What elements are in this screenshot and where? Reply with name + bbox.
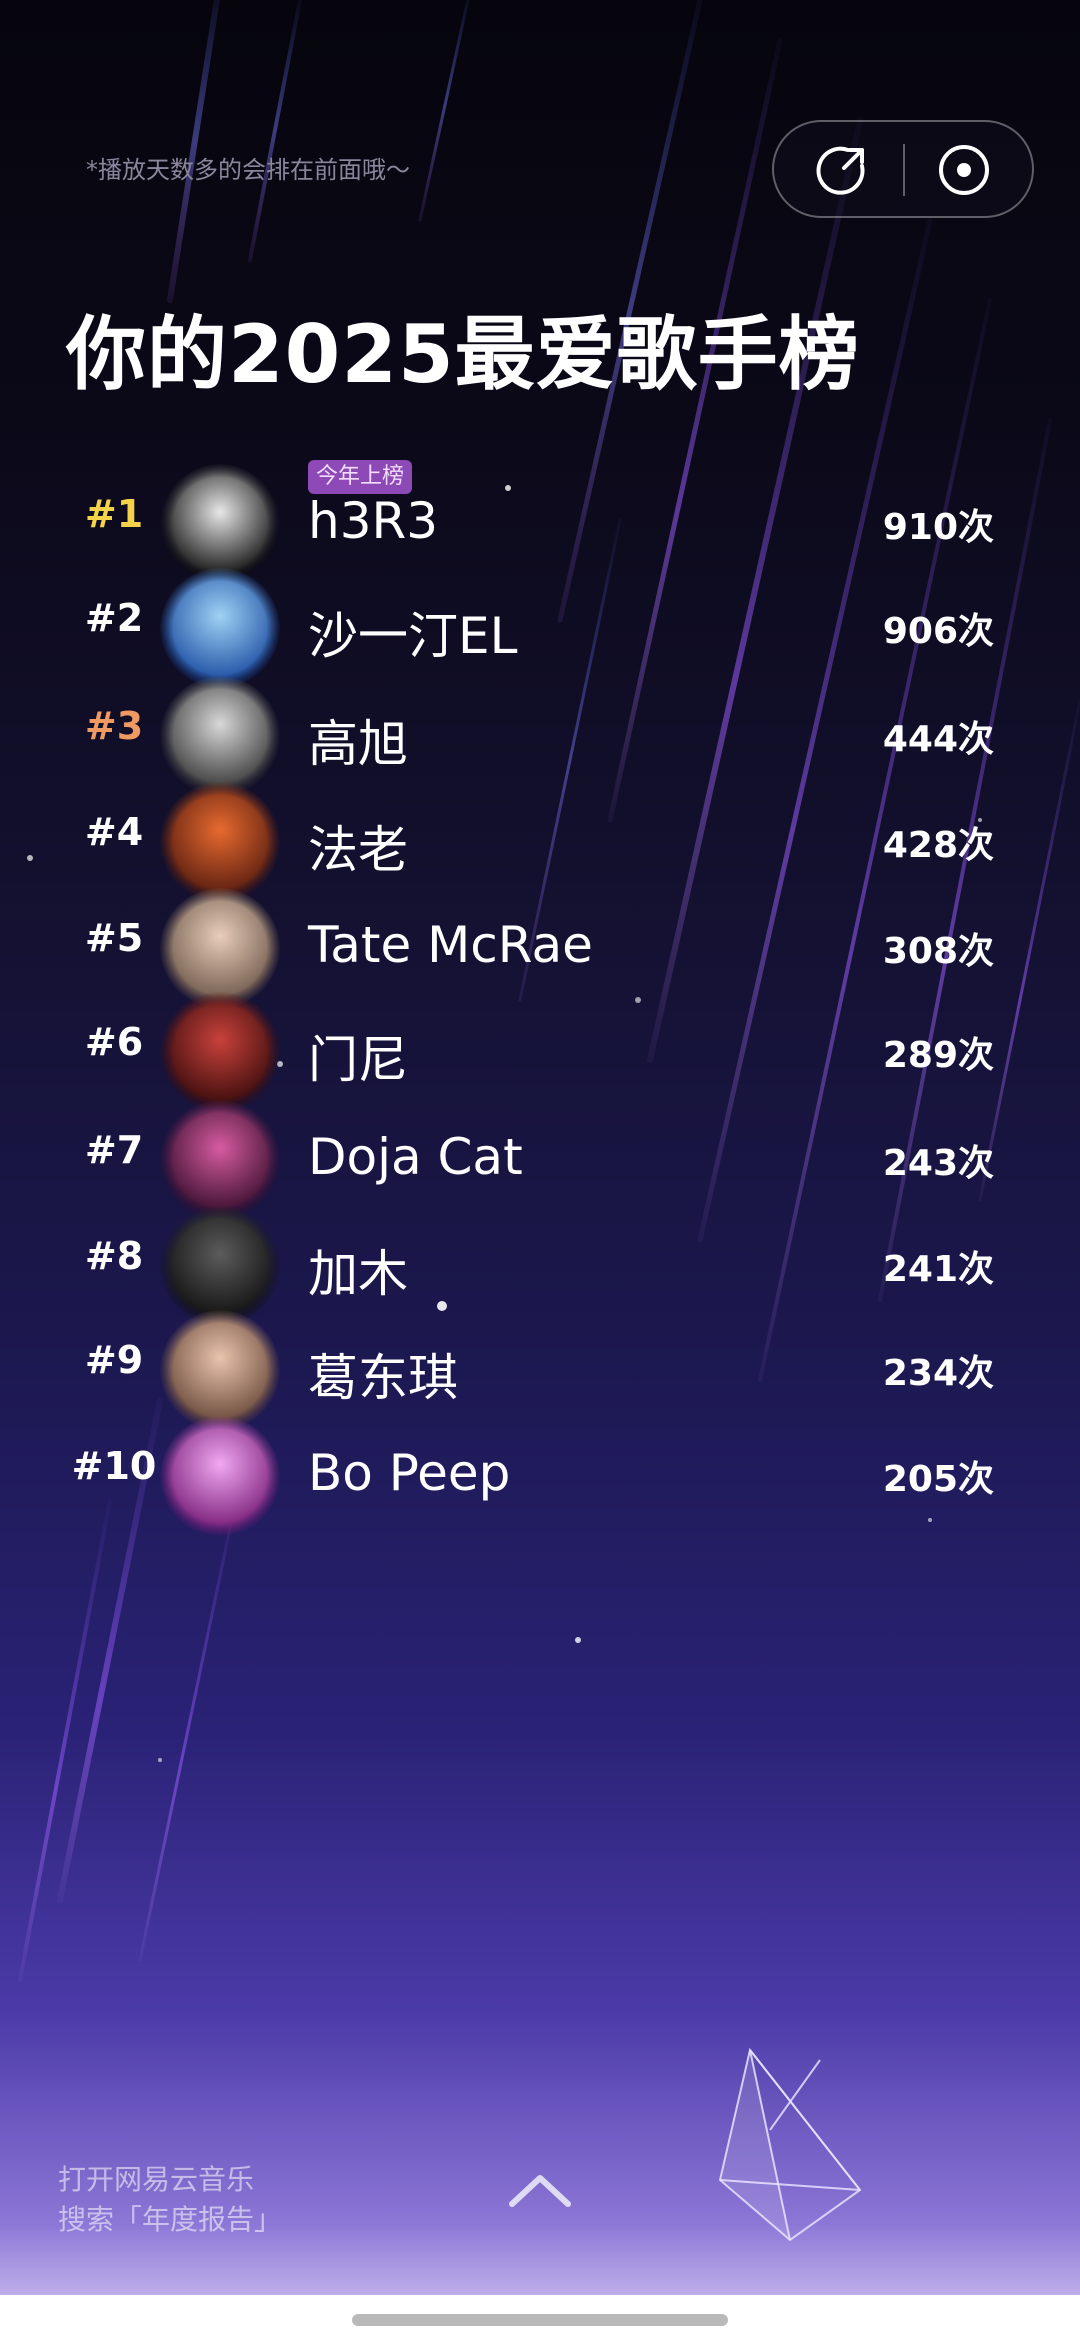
crystal-decoration: [718, 2047, 862, 2242]
artist-row[interactable]: #10 Bo Peep 205次: [0, 1414, 1080, 1536]
footer-hint-line2: 搜索「年度报告」: [58, 2203, 283, 2236]
artist-name: 高旭: [308, 715, 408, 773]
share-icon: [816, 146, 865, 195]
rank-number: #3: [84, 704, 144, 748]
rank-number: #9: [84, 1338, 144, 1382]
rank-number: #8: [84, 1234, 144, 1278]
share-button[interactable]: [814, 142, 870, 198]
record-button[interactable]: [936, 142, 992, 198]
artist-name: Tate McRae: [308, 916, 593, 974]
sort-hint-text: *播放天数多的会排在前面哦～: [86, 156, 410, 184]
artist-avatar[interactable]: [160, 1416, 280, 1536]
artist-avatar[interactable]: [160, 782, 280, 902]
artist-row[interactable]: #3 高旭 444次: [0, 674, 1080, 796]
artist-avatar[interactable]: [160, 1100, 280, 1220]
artist-row[interactable]: #7 Doja Cat 243次: [0, 1098, 1080, 1220]
vinyl-record-icon: [939, 145, 989, 195]
artist-row[interactable]: #2 沙一汀EL 906次: [0, 566, 1080, 688]
play-count: 205次: [882, 1459, 994, 1500]
artist-avatar[interactable]: [160, 568, 280, 688]
artist-name: h3R3: [308, 492, 439, 550]
footer-hint: 打开网易云音乐 搜索「年度报告」: [58, 2160, 282, 2240]
rank-number: #5: [84, 916, 144, 960]
home-indicator[interactable]: [352, 2314, 728, 2326]
rank-number: #6: [84, 1020, 144, 1064]
play-count: 243次: [882, 1143, 994, 1184]
play-count: 234次: [882, 1353, 994, 1394]
artist-row[interactable]: #9 葛东琪 234次: [0, 1308, 1080, 1430]
rank-number: #4: [84, 810, 144, 854]
artist-name: 法老: [308, 821, 408, 879]
artist-name: Bo Peep: [308, 1444, 511, 1502]
action-divider: [903, 144, 905, 196]
artist-avatar[interactable]: [160, 1310, 280, 1430]
footer-hint-line1: 打开网易云音乐: [58, 2163, 255, 2196]
artist-row[interactable]: #4 法老 428次: [0, 780, 1080, 902]
artist-name: 加木: [308, 1245, 408, 1303]
play-count: 444次: [882, 719, 994, 760]
artist-row[interactable]: #8 加木 241次: [0, 1204, 1080, 1326]
artist-name: 葛东琪: [308, 1349, 458, 1407]
rank-number: #2: [84, 596, 144, 640]
play-count: 428次: [882, 825, 994, 866]
artist-row[interactable]: #1 今年上榜 h3R3 910次: [0, 460, 1080, 584]
artist-name: 沙一汀EL: [308, 607, 518, 665]
new-entry-badge: 今年上榜: [308, 460, 413, 494]
play-count: 289次: [882, 1035, 994, 1076]
play-count: 910次: [882, 507, 994, 548]
rank-number: #10: [71, 1444, 157, 1488]
year-report-screen: *播放天数多的会排在前面哦～ 你的2025最爱歌手榜 #1 今年上榜 h3R3 910…: [0, 0, 1080, 2340]
artist-name: 门尼: [308, 1031, 408, 1089]
artist-row[interactable]: #6 门尼 289次: [0, 990, 1080, 1112]
rank-number: #7: [84, 1128, 144, 1172]
chevron-up-icon[interactable]: [506, 2170, 574, 2210]
page-title: 你的2025最爱歌手榜: [66, 308, 860, 401]
play-count: 241次: [882, 1249, 994, 1290]
artist-row[interactable]: #5 Tate McRae 308次: [0, 886, 1080, 1008]
artist-avatar[interactable]: [160, 676, 280, 796]
artist-avatar[interactable]: [160, 992, 280, 1112]
rank-number: #1: [84, 492, 144, 536]
artist-name: Doja Cat: [308, 1128, 523, 1186]
top-action-pill: [772, 120, 1034, 218]
play-count: 906次: [882, 611, 994, 652]
play-count: 308次: [882, 931, 994, 972]
